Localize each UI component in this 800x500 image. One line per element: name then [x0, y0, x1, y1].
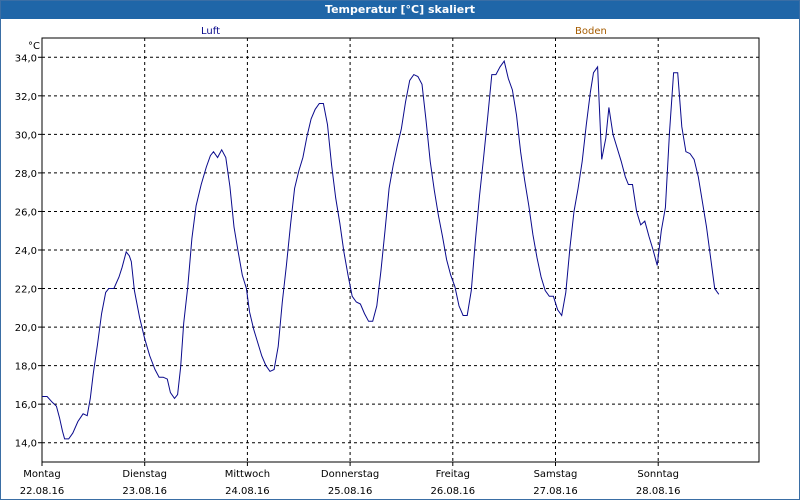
x-tick-day-label: Mittwoch	[225, 469, 270, 480]
x-tick-day-label: Sonntag	[637, 469, 679, 480]
x-tick-day-label: Dienstag	[122, 469, 167, 480]
y-axis-unit-label: °C	[28, 41, 40, 52]
y-tick-label: 16,0	[15, 400, 37, 411]
y-tick-label: 20,0	[15, 323, 37, 334]
x-tick-date-label: 22.08.16	[20, 486, 65, 497]
plot-frame	[41, 37, 760, 463]
x-tick-date-label: 28.08.16	[636, 486, 681, 497]
x-tick-date-label: 27.08.16	[533, 486, 578, 497]
x-tick-day-label: Donnerstag	[321, 469, 379, 480]
y-tick-label: 22,0	[15, 285, 37, 296]
chart-plot: °C 14,0 16,0 18,0 20,0 22,0 24,0 26,0 28,0 30,0 3…	[15, 37, 760, 497]
y-tick-label: 30,0	[15, 130, 37, 141]
y-tick-label: 28,0	[15, 169, 37, 180]
x-tick-date-label: 24.08.16	[225, 486, 270, 497]
x-tick-day-label: Montag	[23, 469, 60, 480]
y-tick-label: 24,0	[15, 246, 37, 257]
y-tick-label: 26,0	[15, 207, 37, 218]
x-tick-day-label: Samstag	[534, 469, 578, 480]
x-tick-date-label: 26.08.16	[431, 486, 476, 497]
x-tick-date-label: 23.08.16	[122, 486, 167, 497]
y-tick-label: 34,0	[15, 53, 37, 64]
y-tick-label: 14,0	[15, 439, 37, 450]
x-tick-date-label: 25.08.16	[328, 486, 373, 497]
y-tick-label: 32,0	[15, 92, 37, 103]
y-tick-label: 18,0	[15, 362, 37, 373]
chart-window: Temperatur [°C] skaliert Luft Boden °C 1…	[0, 0, 800, 500]
x-tick-day-label: Freitag	[436, 469, 470, 480]
